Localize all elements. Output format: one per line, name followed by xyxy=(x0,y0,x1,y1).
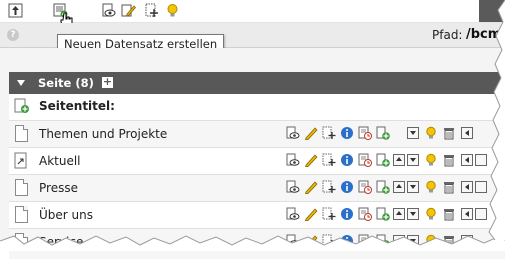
add-record-button[interactable]: + xyxy=(102,76,113,88)
page-title[interactable]: Service xyxy=(39,235,83,249)
lightbulb-icon[interactable] xyxy=(424,153,438,167)
new-page-after-icon[interactable] xyxy=(322,234,336,248)
new-page-icon[interactable] xyxy=(144,3,159,18)
path-value: /bcm xyxy=(466,27,502,42)
new-page-after-icon[interactable] xyxy=(322,180,336,194)
move-left-button[interactable] xyxy=(461,154,473,166)
delete-icon[interactable] xyxy=(442,180,456,194)
page-title[interactable]: Aktuell xyxy=(39,154,81,168)
move-down-button[interactable] xyxy=(407,154,419,166)
move-down-button[interactable] xyxy=(407,235,419,247)
history-icon[interactable] xyxy=(358,180,372,194)
delete-icon[interactable] xyxy=(442,207,456,221)
edit-icon[interactable] xyxy=(304,234,318,248)
edit-icon[interactable] xyxy=(304,126,318,140)
move-up-button[interactable] xyxy=(393,181,405,193)
history-icon[interactable] xyxy=(358,153,372,167)
new-subpage-icon[interactable] xyxy=(376,126,390,140)
column-header-title: Seitentitel: xyxy=(39,99,115,113)
history-icon[interactable] xyxy=(358,207,372,221)
history-icon[interactable] xyxy=(358,234,372,248)
page-title[interactable]: Themen und Projekte xyxy=(39,127,167,141)
page-title[interactable]: Über uns xyxy=(39,208,93,222)
new-subpage-icon[interactable] xyxy=(376,153,390,167)
move-right-button[interactable] xyxy=(475,181,487,193)
delete-icon[interactable] xyxy=(442,153,456,167)
move-down-button[interactable] xyxy=(407,127,419,139)
view-icon[interactable] xyxy=(286,234,300,248)
move-left-button[interactable] xyxy=(461,235,473,247)
table-row[interactable]: Über uns xyxy=(9,202,505,229)
lightbulb-icon[interactable] xyxy=(424,207,438,221)
view-icon[interactable] xyxy=(101,3,116,18)
view-icon[interactable] xyxy=(286,153,300,167)
go-up-icon[interactable] xyxy=(8,3,23,18)
info-icon[interactable] xyxy=(340,234,354,248)
history-icon[interactable] xyxy=(358,126,372,140)
page-title[interactable]: Presse xyxy=(39,181,78,195)
delete-icon[interactable] xyxy=(442,126,456,140)
edit-icon[interactable] xyxy=(304,153,318,167)
new-subpage-icon[interactable] xyxy=(376,180,390,194)
edit-icon[interactable] xyxy=(304,207,318,221)
page-icon[interactable] xyxy=(15,179,28,196)
new-page-after-icon[interactable] xyxy=(322,153,336,167)
toolbar-dark-edge xyxy=(479,0,505,22)
page-icon[interactable] xyxy=(15,233,28,250)
page-icon[interactable] xyxy=(15,125,28,142)
info-icon[interactable] xyxy=(340,153,354,167)
new-page-after-icon[interactable] xyxy=(322,207,336,221)
move-up-button[interactable] xyxy=(393,208,405,220)
lightbulb-icon[interactable] xyxy=(424,126,438,140)
collapse-toggle-icon[interactable] xyxy=(17,80,25,86)
info-icon[interactable] xyxy=(340,126,354,140)
move-up-button[interactable] xyxy=(393,235,405,247)
view-icon[interactable] xyxy=(286,126,300,140)
lightbulb-icon[interactable] xyxy=(424,180,438,194)
section-title: Seite (8) xyxy=(38,76,94,90)
edit-icon[interactable] xyxy=(304,180,318,194)
delete-icon[interactable] xyxy=(442,234,456,248)
move-left-button[interactable] xyxy=(461,181,473,193)
info-icon[interactable] xyxy=(340,207,354,221)
lightbulb-icon[interactable] xyxy=(165,3,180,18)
edit-page-icon[interactable] xyxy=(121,3,136,18)
view-icon[interactable] xyxy=(286,207,300,221)
new-subpage-icon[interactable] xyxy=(376,207,390,221)
path-label: Pfad: xyxy=(432,28,463,42)
table-row[interactable]: Service xyxy=(9,229,505,259)
view-icon[interactable] xyxy=(286,180,300,194)
move-down-button[interactable] xyxy=(407,208,419,220)
new-subpage-icon[interactable] xyxy=(376,234,390,248)
table-row[interactable]: Presse xyxy=(9,175,505,202)
move-up-button[interactable] xyxy=(393,154,405,166)
section-header: Seite (8) + xyxy=(9,72,505,94)
table-row[interactable]: Themen und Projekte xyxy=(9,121,505,148)
table-header-row: Seitentitel: xyxy=(9,94,505,121)
move-left-button[interactable] xyxy=(461,127,473,139)
move-left-button[interactable] xyxy=(461,208,473,220)
move-right-button[interactable] xyxy=(475,208,487,220)
shortcut-page-icon[interactable] xyxy=(14,152,28,169)
lightbulb-icon[interactable] xyxy=(424,234,438,248)
move-right-button[interactable] xyxy=(475,154,487,166)
help-icon[interactable]: ? xyxy=(7,29,19,41)
page-icon[interactable] xyxy=(15,206,28,223)
new-page-icon[interactable] xyxy=(14,98,30,114)
table-row[interactable]: Aktuell xyxy=(9,148,505,175)
new-page-after-icon[interactable] xyxy=(322,126,336,140)
move-down-button[interactable] xyxy=(407,181,419,193)
toolbar xyxy=(0,0,505,27)
info-icon[interactable] xyxy=(340,180,354,194)
